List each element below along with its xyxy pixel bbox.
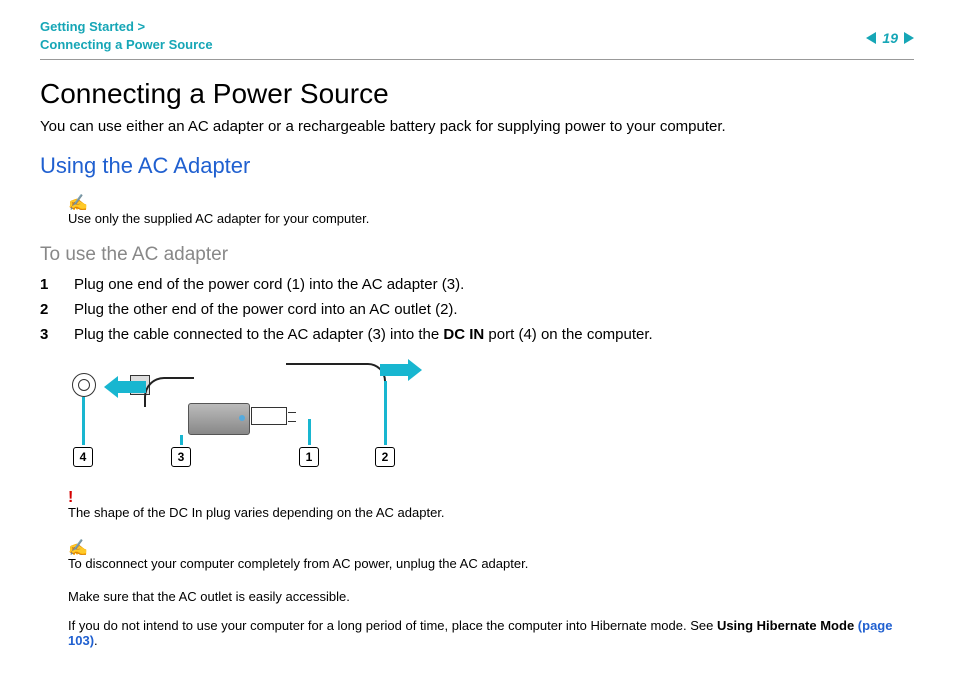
note-block-1: ✍ Use only the supplied AC adapter for y… <box>68 193 914 226</box>
callout-line <box>384 381 387 445</box>
note-text-2: To disconnect your computer completely f… <box>68 556 528 571</box>
intro-text: You can use either an AC adapter or a re… <box>40 118 914 135</box>
ac-adapter-icon <box>188 403 250 435</box>
next-page-icon[interactable] <box>904 32 914 44</box>
arrow-right-icon <box>380 359 422 381</box>
callout-line <box>82 397 85 445</box>
diagram-label-4: 4 <box>73 447 93 467</box>
cable-icon <box>286 363 386 417</box>
subsection-heading: To use the AC adapter <box>40 244 914 266</box>
body2-post: . <box>94 633 98 648</box>
step-number: 3 <box>40 326 74 343</box>
diagram-label-2: 2 <box>375 447 395 467</box>
callout-line <box>180 435 183 445</box>
warning-block: ! The shape of the DC In plug varies dep… <box>68 489 914 520</box>
page-header: Getting Started > Connecting a Power Sou… <box>40 18 914 60</box>
step-2: 2 Plug the other end of the power cord i… <box>40 301 914 318</box>
prev-page-icon[interactable] <box>866 32 876 44</box>
warning-text: The shape of the DC In plug varies depen… <box>68 505 445 520</box>
dc-port-icon <box>72 373 96 397</box>
note-text-1: Use only the supplied AC adapter for you… <box>68 211 369 226</box>
page-number: 19 <box>882 30 898 46</box>
breadcrumb-line2: Connecting a Power Source <box>40 37 213 52</box>
dc-in-label: DC IN <box>443 326 484 343</box>
note-icon: ✍ <box>68 538 914 558</box>
diagram-label-1: 1 <box>299 447 319 467</box>
note-block-2: ✍ To disconnect your computer completely… <box>68 538 914 571</box>
callout-line <box>308 419 311 445</box>
steps-list: 1 Plug one end of the power cord (1) int… <box>40 276 914 343</box>
step-text: Plug the cable connected to the AC adapt… <box>74 326 653 343</box>
body-text-2: If you do not intend to use your compute… <box>68 618 914 648</box>
body2-pre: If you do not intend to use your compute… <box>68 618 717 633</box>
note-icon: ✍ <box>68 193 914 213</box>
ac-adapter-diagram: 4 3 1 2 <box>68 359 428 479</box>
breadcrumb[interactable]: Getting Started > Connecting a Power Sou… <box>40 18 213 53</box>
step-3: 3 Plug the cable connected to the AC ada… <box>40 326 914 343</box>
page-nav: 19 <box>866 18 914 46</box>
step-text: Plug the other end of the power cord int… <box>74 301 458 318</box>
step-text: Plug one end of the power cord (1) into … <box>74 276 464 293</box>
step-1: 1 Plug one end of the power cord (1) int… <box>40 276 914 293</box>
body-text-1: Make sure that the AC outlet is easily a… <box>68 589 914 604</box>
diagram-label-3: 3 <box>171 447 191 467</box>
step-number: 2 <box>40 301 74 318</box>
section-heading: Using the AC Adapter <box>40 153 914 179</box>
step-number: 1 <box>40 276 74 293</box>
power-cord-plug-icon <box>251 407 287 425</box>
cable-icon <box>144 377 194 407</box>
breadcrumb-line1: Getting Started > <box>40 19 145 34</box>
page-title: Connecting a Power Source <box>40 78 914 110</box>
arrow-left-icon <box>104 376 146 398</box>
